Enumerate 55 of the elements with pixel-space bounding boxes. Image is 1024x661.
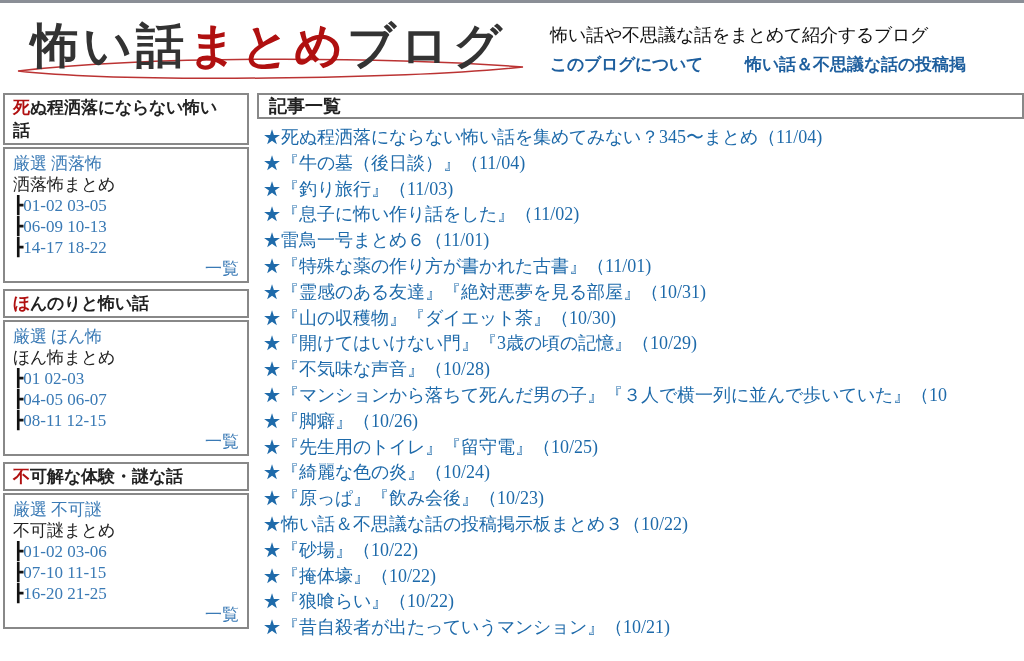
summary-label: 洒落怖まとめ bbox=[13, 174, 116, 195]
article-link[interactable]: ★『狼喰らい』（10/22) bbox=[263, 589, 454, 616]
featured-link[interactable]: 厳選 洒落怖 bbox=[13, 154, 103, 173]
tree-branch-icon: ┣ bbox=[13, 562, 24, 583]
tree-branch-icon: ┣ bbox=[13, 389, 24, 410]
tree-branch-icon: ┣ bbox=[13, 583, 24, 604]
list-link[interactable]: 一覧 bbox=[205, 259, 239, 278]
article-list-title: 記事一覧 bbox=[257, 93, 1024, 119]
article-link[interactable]: ★『不気味な声音』（10/28) bbox=[263, 357, 490, 383]
article-link[interactable]: ★死ぬ程洒落にならない怖い話を集めてみない？345〜まとめ（11/04) bbox=[263, 125, 823, 151]
tree-branch-icon: ┣ bbox=[13, 368, 24, 389]
summary-label: 不可謎まとめ bbox=[13, 520, 116, 541]
featured-link[interactable]: 厳選 ほん怖 bbox=[13, 327, 103, 346]
archive-link[interactable]: 16-20 21-25 bbox=[23, 583, 107, 604]
article-link[interactable]: ★『息子に怖い作り話をした』（11/02) bbox=[263, 202, 580, 229]
nav-link[interactable]: 怖い話＆不思議な話の投稿掲 bbox=[745, 53, 966, 76]
featured-link[interactable]: 厳選 不可謎 bbox=[13, 500, 103, 519]
article-link[interactable]: ★怖い話＆不思議な話の投稿掲示板まとめ３（10/22) bbox=[263, 511, 688, 538]
archive-link[interactable]: 07-10 11-15 bbox=[23, 562, 107, 583]
blog-tagline: 怖い話や不思議な話をまとめて紹介するブログ bbox=[550, 24, 929, 47]
article-link[interactable]: ★『牛の墓（後日談）』（11/04) bbox=[263, 150, 526, 177]
article-link[interactable]: ★『先生用のトイレ』『留守電』（10/25) bbox=[263, 434, 598, 461]
article-link[interactable]: ★『釣り旅行』（11/03) bbox=[263, 176, 454, 203]
nav-link[interactable]: このブログについて bbox=[550, 53, 703, 76]
tree-branch-icon: ┣ bbox=[13, 410, 24, 431]
tree-branch-icon: ┣ bbox=[13, 216, 24, 237]
article-link[interactable]: ★『特殊な薬の作り方が書かれた古書』（11/01) bbox=[263, 254, 652, 280]
article-link[interactable]: ★『霊感のある友達』『絶対悪夢を見る部屋』（10/31) bbox=[263, 279, 706, 306]
article-link[interactable]: ★『綺麗な色の炎』（10/24) bbox=[263, 460, 490, 487]
summary-label: ほん怖まとめ bbox=[13, 347, 116, 368]
section-title: 死ぬ程洒落にならない怖い話 bbox=[3, 93, 249, 145]
article-link[interactable]: ★『脚癖』（10/26) bbox=[263, 408, 418, 435]
archive-link[interactable]: 14-17 18-22 bbox=[23, 237, 107, 258]
article-link[interactable]: ★『砂場』（10/22) bbox=[263, 537, 418, 564]
archive-link[interactable]: 04-05 06-07 bbox=[23, 389, 107, 410]
tree-branch-icon: ┣ bbox=[13, 541, 24, 562]
blog-logo[interactable]: 怖い話 まとめ ブログ bbox=[8, 9, 528, 83]
section-title: 不可解な体験・謎な話 bbox=[3, 462, 249, 491]
archive-link[interactable]: 08-11 12-15 bbox=[23, 410, 107, 431]
archive-link[interactable]: 01-02 03-06 bbox=[23, 541, 107, 562]
article-link[interactable]: ★『開けてはいけない門』『3歳の頃の記憶』（10/29) bbox=[263, 331, 697, 358]
article-link[interactable]: ★『山の収穫物』『ダイエット茶』（10/30) bbox=[263, 305, 616, 332]
article-link[interactable]: ★雷鳥一号まとめ６（11/01) bbox=[263, 228, 490, 254]
tree-branch-icon: ┣ bbox=[13, 195, 24, 216]
list-link[interactable]: 一覧 bbox=[205, 605, 239, 624]
list-link[interactable]: 一覧 bbox=[205, 432, 239, 451]
tree-branch-icon: ┣ bbox=[13, 237, 24, 258]
article-link[interactable]: ★『原っぱ』『飲み会後』（10/23) bbox=[263, 486, 544, 512]
section-title: ほんのりと怖い話 bbox=[3, 289, 249, 318]
article-link[interactable]: ★『掩体壕』（10/22) bbox=[263, 563, 436, 590]
archive-link[interactable]: 01-02 03-05 bbox=[23, 195, 107, 216]
article-link[interactable]: ★『昔自殺者が出たっていうマンション』（10/21) bbox=[263, 615, 670, 641]
archive-link[interactable]: 06-09 10-13 bbox=[23, 216, 107, 237]
article-link[interactable]: ★『マンションから落ちて死んだ男の子』『３人で横一列に並んで歩いていた』（10 bbox=[263, 382, 947, 409]
archive-link[interactable]: 01 02-03 bbox=[23, 368, 85, 389]
